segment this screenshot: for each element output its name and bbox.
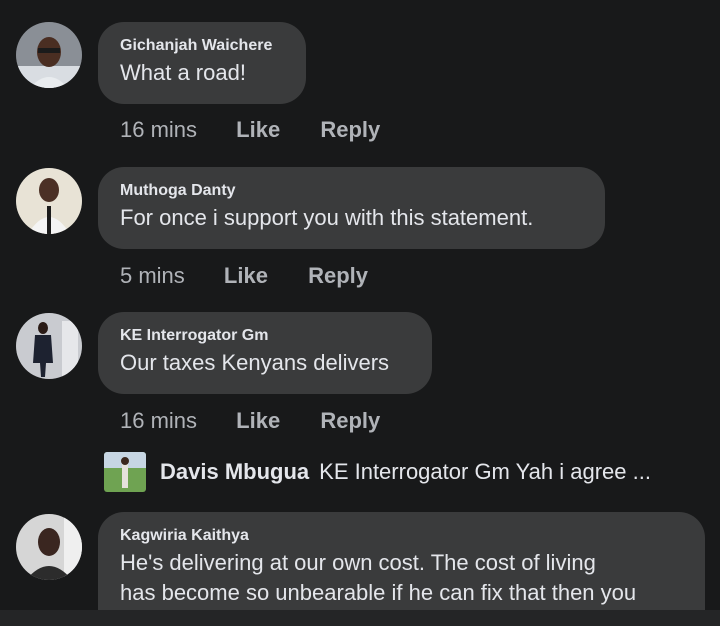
reply-author[interactable]: Davis Mbugua <box>160 459 309 484</box>
avatar-photo-icon <box>16 168 82 234</box>
comment-text: What a road! <box>120 60 246 85</box>
comments-page: Gichanjah Waichere What a road! 16 mins … <box>0 0 720 626</box>
like-button[interactable]: Like <box>236 117 280 143</box>
comment-actions: 5 mins Like Reply <box>120 263 368 289</box>
avatar[interactable] <box>16 514 82 580</box>
reply-button[interactable]: Reply <box>308 263 368 289</box>
bottom-bar <box>0 610 720 626</box>
reply-button[interactable]: Reply <box>320 408 380 434</box>
comment-actions: 16 mins Like Reply <box>120 408 380 434</box>
comment-bubble: Muthoga Danty For once i support you wit… <box>98 167 605 249</box>
comment-author[interactable]: Gichanjah Waichere <box>120 36 284 56</box>
comment-bubble: Gichanjah Waichere What a road! <box>98 22 306 104</box>
reply-text: KE Interrogator Gm Yah i agree ... <box>319 459 651 484</box>
reply-preview-line: Davis Mbugua KE Interrogator Gm Yah i agr… <box>160 459 651 485</box>
like-button[interactable]: Like <box>224 263 268 289</box>
avatar[interactable] <box>16 22 82 88</box>
comment-text-line: has become so unbearable if he can fix t… <box>120 580 637 605</box>
comment-text: Our taxes Kenyans delivers <box>120 350 390 375</box>
avatar-photo-icon <box>16 313 82 379</box>
comment-text-line: He's delivering at our own cost. The cos… <box>120 550 596 575</box>
comment-actions: 16 mins Like Reply <box>120 117 380 143</box>
comment-bubble: KE Interrogator Gm Our taxes Kenyans del… <box>98 312 432 394</box>
avatar[interactable] <box>16 313 82 379</box>
comment-author[interactable]: Kagwiria Kaithya <box>120 526 683 546</box>
avatar[interactable] <box>16 168 82 234</box>
avatar[interactable] <box>104 452 146 492</box>
reply-button[interactable]: Reply <box>320 117 380 143</box>
comment-text: For once i support you with this stateme… <box>120 205 534 230</box>
comment-author[interactable]: KE Interrogator Gm <box>120 326 410 346</box>
comment-time[interactable]: 5 mins <box>120 263 185 289</box>
comment-bubble: Kagwiria Kaithya He's delivering at our … <box>98 512 705 626</box>
avatar-photo-icon <box>16 514 82 580</box>
comment-time[interactable]: 16 mins <box>120 117 197 143</box>
like-button[interactable]: Like <box>236 408 280 434</box>
comment-author[interactable]: Muthoga Danty <box>120 181 583 201</box>
avatar-photo-icon <box>104 452 146 492</box>
avatar-photo-icon <box>16 22 82 88</box>
comment-time[interactable]: 16 mins <box>120 408 197 434</box>
